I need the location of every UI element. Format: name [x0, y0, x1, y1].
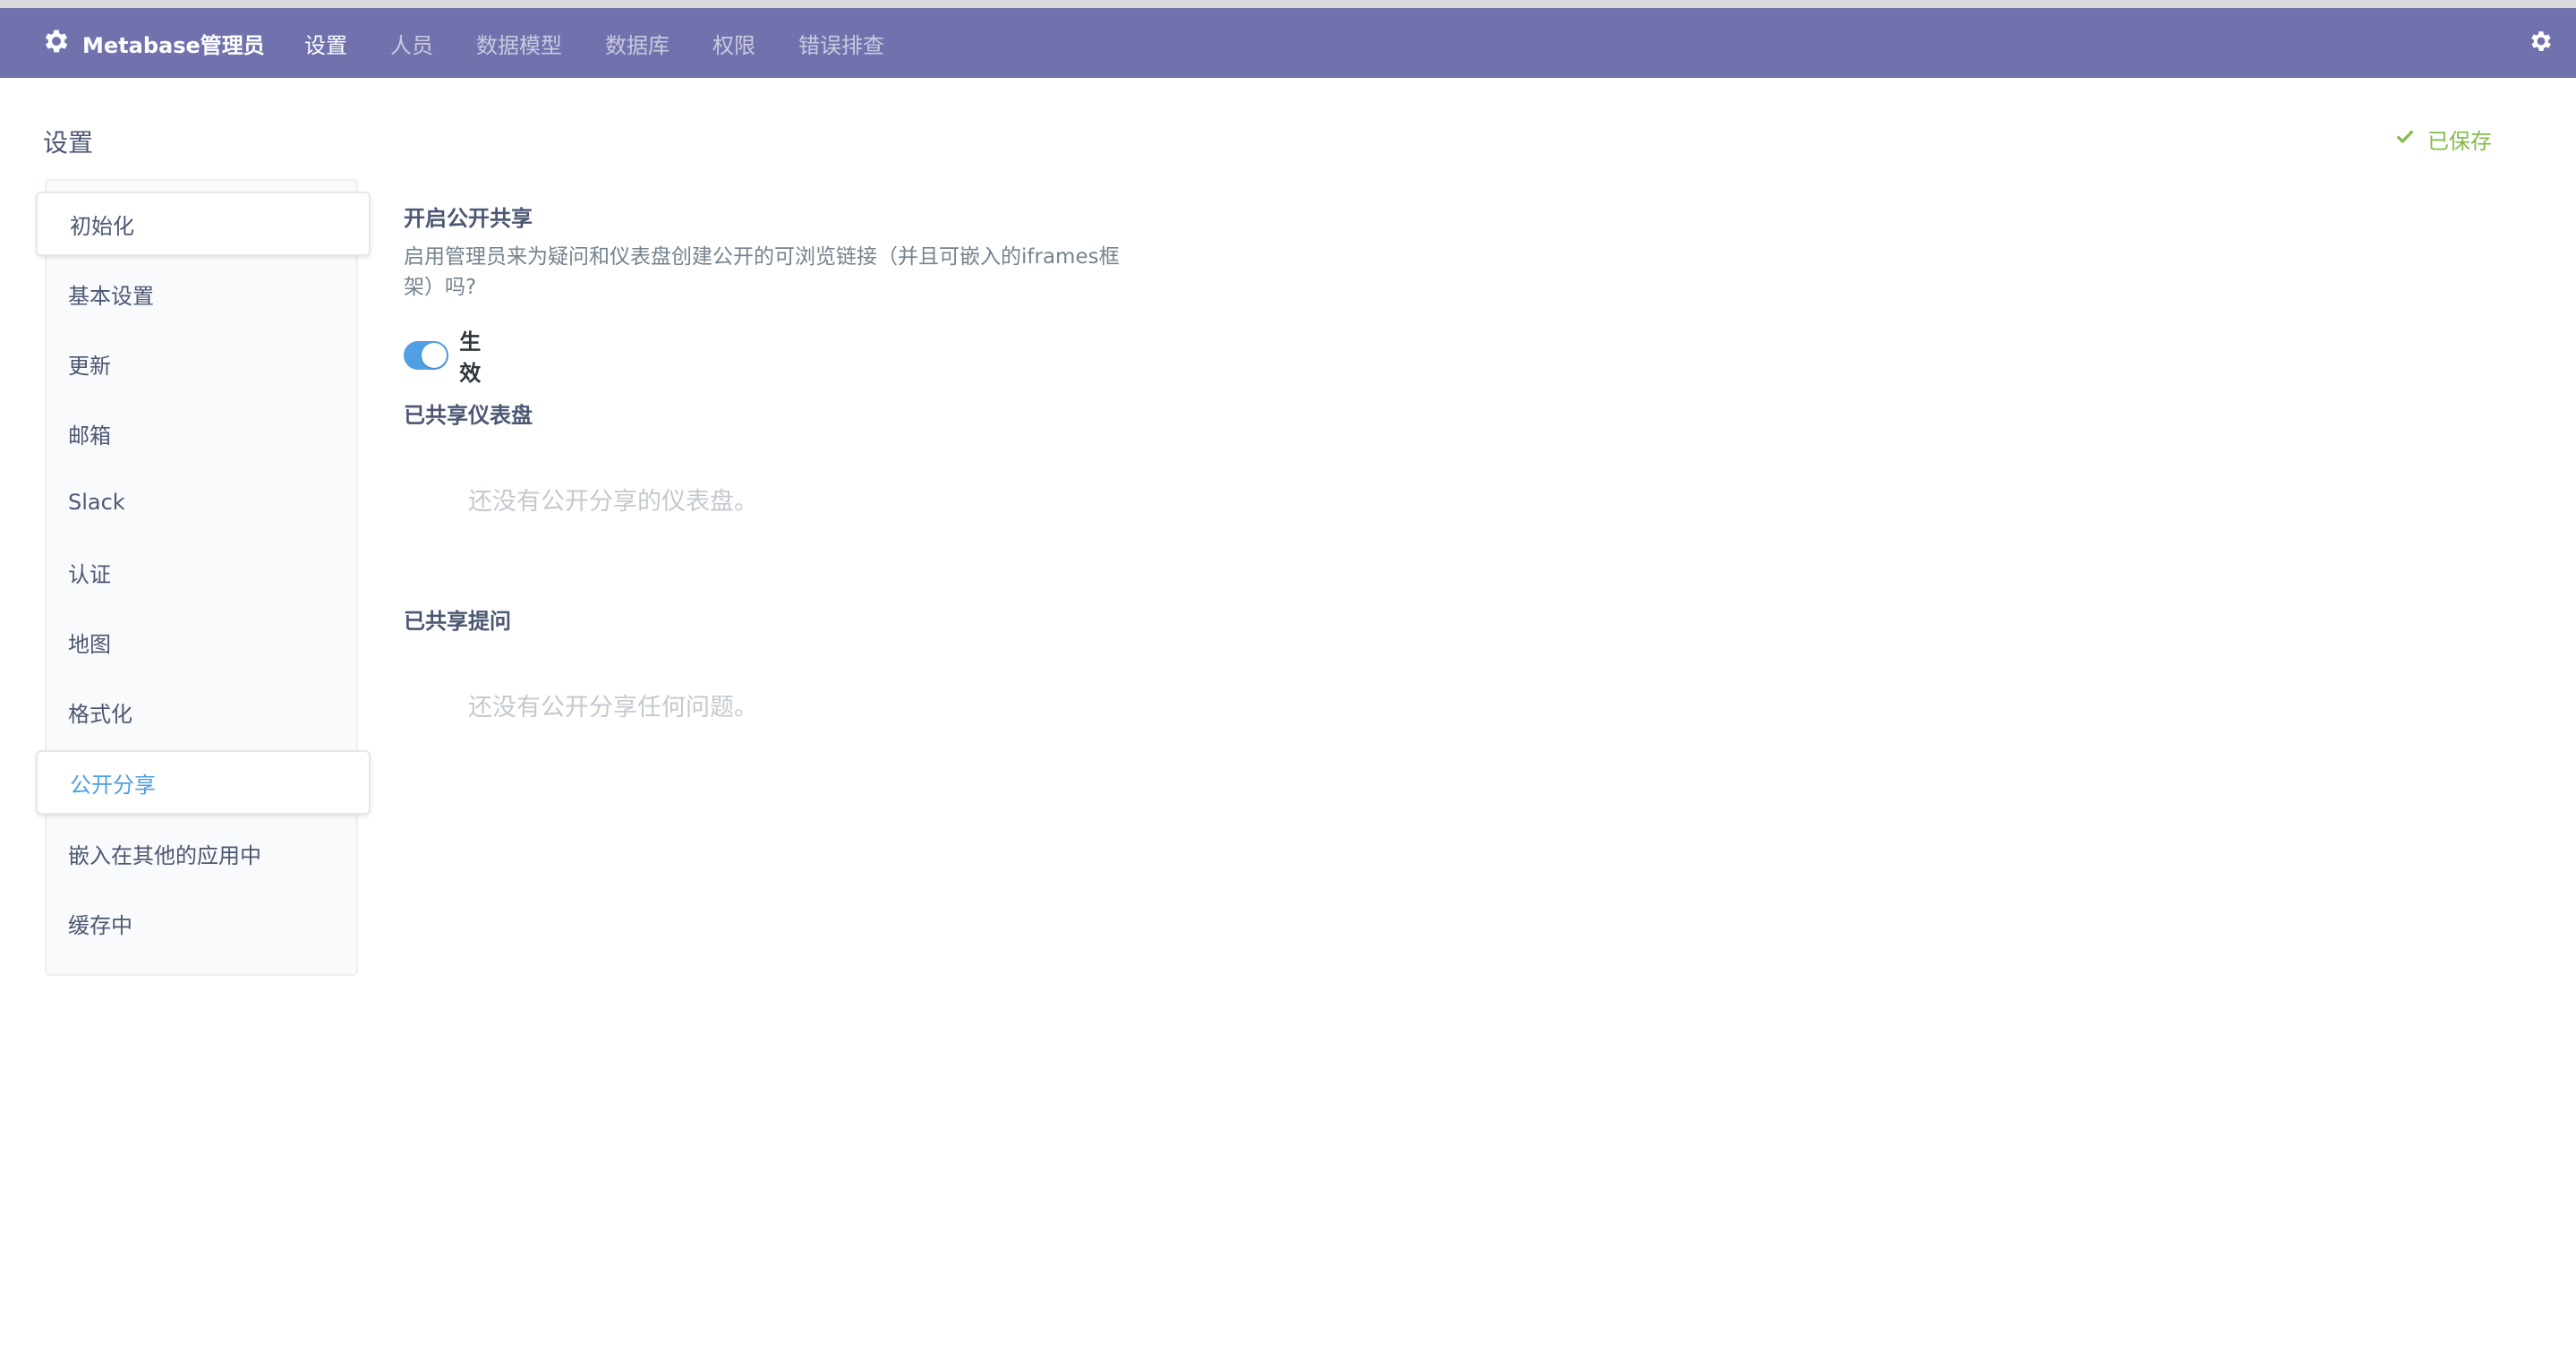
public-sharing-toggle-row: 生效 [404, 324, 493, 387]
sidebar-item-label: 缓存中 [68, 912, 132, 938]
sidebar-item-label: 基本设置 [68, 283, 154, 309]
sidebar-item-label: 地图 [68, 631, 111, 657]
sidebar-item-caching[interactable]: 缓存中 [47, 891, 360, 955]
sidebar-item-slack[interactable]: Slack [47, 470, 360, 534]
check-icon [2395, 127, 2427, 152]
sidebar-item-label: 认证 [68, 561, 111, 587]
sidebar-item-updates[interactable]: 更新 [47, 331, 360, 396]
saved-status-label: 已保存 [2427, 129, 2492, 154]
gear-icon [2528, 28, 2555, 58]
admin-nav: 设置 人员 数据模型 数据库 权限 错误排查 [304, 8, 927, 78]
admin-navbar: Metabase管理员 设置 人员 数据模型 数据库 权限 错误排查 [0, 8, 2576, 78]
nav-item-permissions[interactable]: 权限 [712, 28, 755, 59]
sidebar-item-email[interactable]: 邮箱 [47, 401, 360, 466]
public-sharing-toggle[interactable] [404, 341, 449, 370]
sidebar-item-label: 邮箱 [68, 423, 111, 449]
sidebar-item-label: 格式化 [68, 701, 132, 727]
page-title: 设置 [43, 128, 94, 158]
sidebar-item-general[interactable]: 基本设置 [47, 261, 360, 326]
shared-dashboards-empty: 还没有公开分享的仪表盘。 [468, 488, 758, 516]
brand-title: Metabase管理员 [82, 32, 265, 58]
shared-dashboards-title: 已共享仪表盘 [404, 403, 533, 428]
sidebar-item-label: 更新 [68, 353, 111, 379]
toggle-knob [422, 343, 448, 368]
sidebar-item-setup[interactable]: 初始化 [36, 192, 371, 256]
browser-top-strip [0, 0, 2576, 8]
sidebar-item-formatting[interactable]: 格式化 [47, 679, 360, 744]
nav-item-people[interactable]: 人员 [390, 28, 433, 59]
nav-item-databases[interactable]: 数据库 [605, 28, 670, 59]
sidebar-item-label: Slack [68, 490, 125, 515]
settings-menu-button[interactable] [2528, 8, 2555, 78]
toggle-label: 生效 [459, 329, 482, 386]
enable-public-sharing-description: 启用管理员来为疑问和仪表盘创建公开的可浏览链接（并且可嵌入的iframes框架）… [404, 245, 1120, 299]
shared-questions-empty: 还没有公开分享任何问题。 [468, 694, 758, 722]
nav-item-settings[interactable]: 设置 [304, 28, 347, 59]
nav-item-data-model[interactable]: 数据模型 [476, 28, 562, 59]
sidebar-item-authentication[interactable]: 认证 [47, 540, 360, 604]
sidebar-item-label: 嵌入在其他的应用中 [68, 842, 261, 868]
gear-icon [41, 26, 72, 60]
sidebar-item-public-sharing[interactable]: 公开分享 [36, 750, 371, 815]
sidebar-item-label: 初始化 [70, 213, 134, 239]
enable-public-sharing-title: 开启公开共享 [404, 206, 533, 231]
brand[interactable]: Metabase管理员 [41, 8, 265, 78]
saved-status: 已保存 [2395, 124, 2492, 155]
shared-questions-title: 已共享提问 [404, 609, 511, 634]
nav-item-troubleshooting[interactable]: 错误排查 [798, 28, 884, 59]
sidebar-item-embedding[interactable]: 嵌入在其他的应用中 [47, 821, 360, 885]
sidebar-item-label: 公开分享 [70, 772, 156, 798]
settings-sidebar: 初始化 基本设置 更新 邮箱 Slack 认证 地图 格式化 公开分享 嵌入在其… [36, 179, 371, 976]
sidebar-item-maps[interactable]: 地图 [47, 610, 360, 674]
